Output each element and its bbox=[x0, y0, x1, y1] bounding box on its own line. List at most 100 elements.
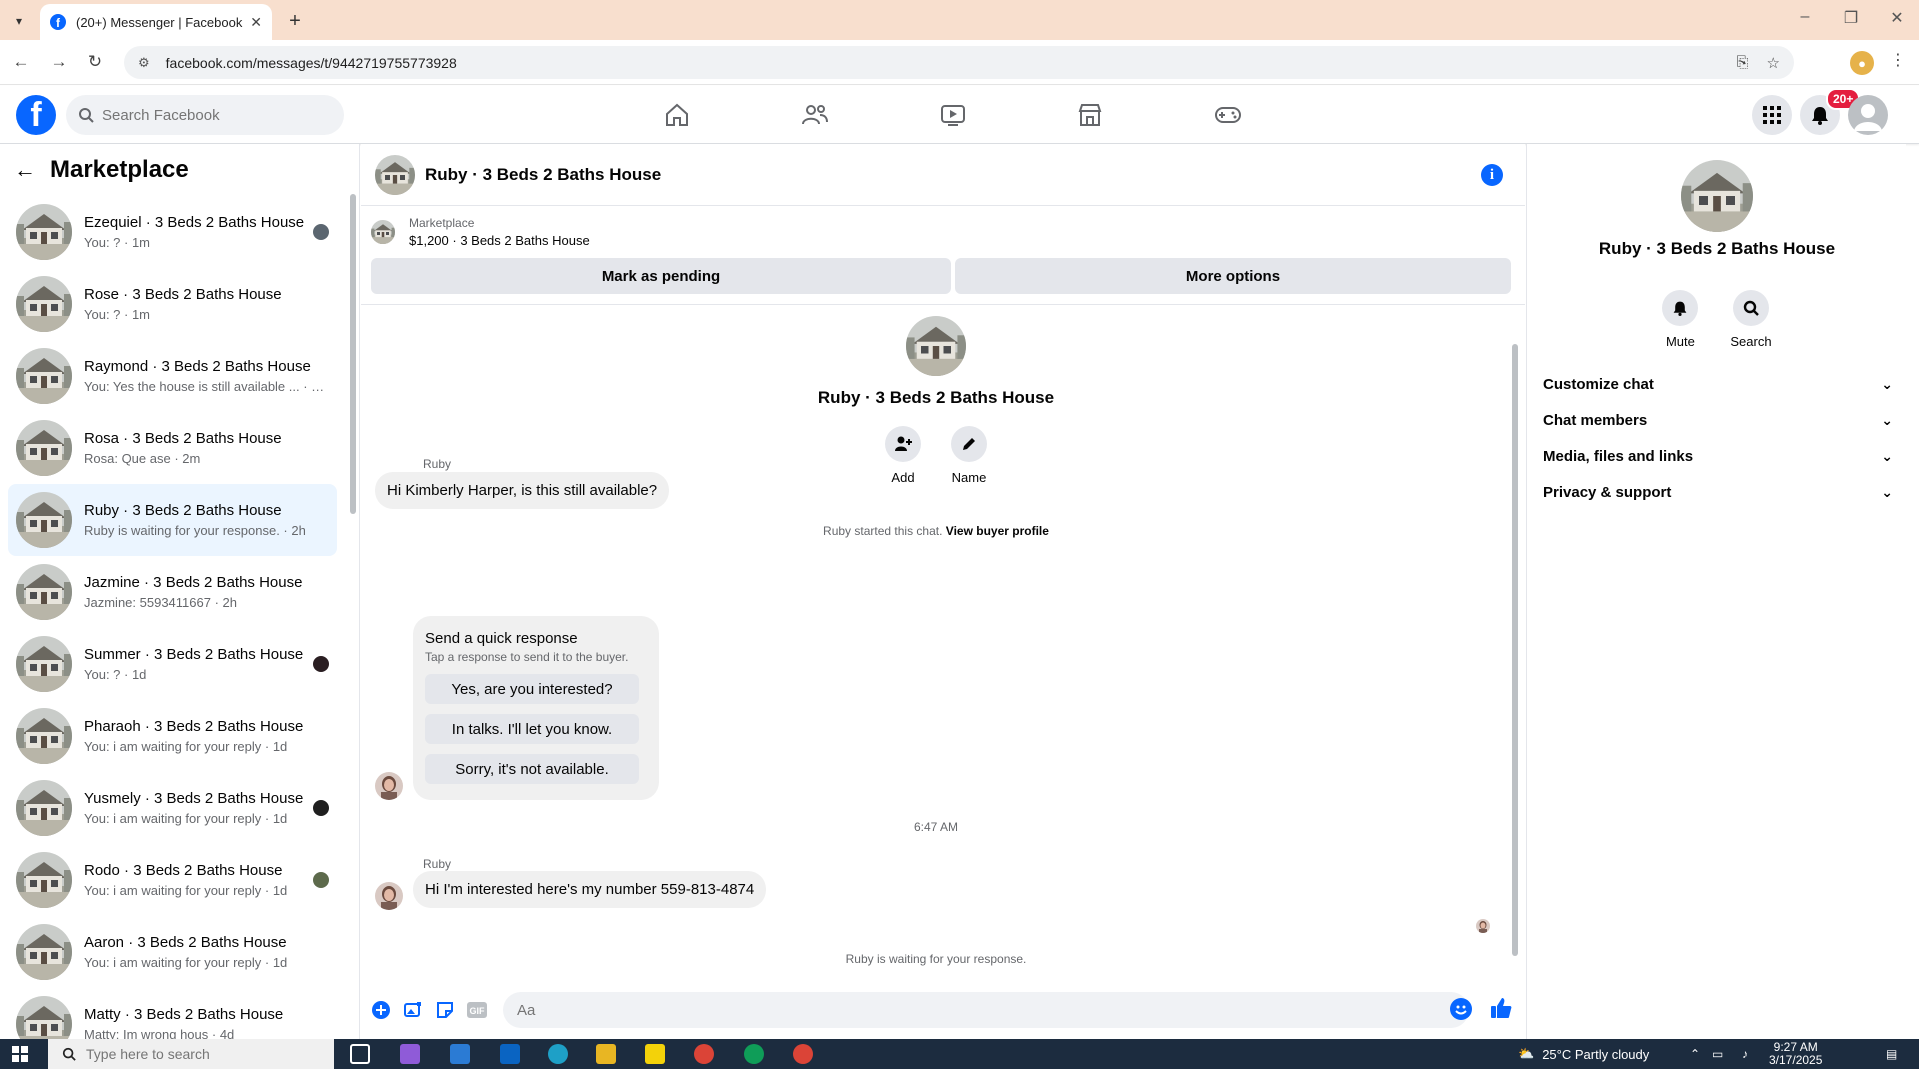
install-app-icon[interactable]: ⎘ bbox=[1737, 54, 1749, 71]
quick-response-option[interactable]: In talks. I'll let you know. bbox=[425, 714, 639, 744]
emoji-icon[interactable] bbox=[1450, 998, 1472, 1020]
browser-tab[interactable]: f (20+) Messenger | Facebook ✕ bbox=[40, 4, 272, 40]
chrome-active-icon[interactable] bbox=[793, 1044, 813, 1064]
minimize-icon[interactable]: – bbox=[1790, 8, 1820, 26]
customize-chat-section[interactable]: Customize chat ⌄ bbox=[1543, 376, 1893, 393]
bookmark-star-icon[interactable]: ☆ bbox=[1767, 54, 1780, 72]
message-bubble[interactable]: Hi I'm interested here's my number 559-8… bbox=[413, 871, 767, 908]
notification-center-icon[interactable]: ▤ bbox=[1886, 1047, 1897, 1061]
search-chat-button[interactable]: Search bbox=[1730, 290, 1772, 349]
read-receipt-avatar bbox=[313, 656, 329, 672]
weather-widget[interactable]: ⛅ 25°C Partly cloudy bbox=[1518, 1046, 1649, 1062]
edge-icon[interactable] bbox=[548, 1044, 568, 1064]
facebook-search[interactable] bbox=[66, 95, 344, 135]
site-info-icon[interactable]: ⚙ bbox=[138, 55, 150, 71]
listing-actions: Mark as pending More options bbox=[371, 258, 1511, 294]
url-bar[interactable]: ⚙ facebook.com/messages/t/94427197557739… bbox=[124, 46, 1794, 79]
video-nav-icon[interactable] bbox=[933, 100, 973, 130]
conversation-item[interactable]: Matty · 3 Beds 2 Baths House Matty: Im wr… bbox=[8, 988, 337, 1039]
listing-summary[interactable]: Marketplace $1,200 · 3 Beds 2 Baths Hous… bbox=[371, 216, 1521, 248]
sidebar-scrollbar[interactable] bbox=[350, 194, 356, 514]
chat-scrollbar[interactable] bbox=[1512, 344, 1518, 956]
seen-receipt-avatar bbox=[1476, 919, 1490, 933]
network-icon[interactable]: ▭ bbox=[1712, 1047, 1723, 1061]
conversation-item[interactable]: Pharaoh · 3 Beds 2 Baths House You: i am … bbox=[8, 700, 337, 772]
quick-response-option[interactable]: Yes, are you interested? bbox=[425, 674, 639, 704]
marketplace-nav-icon[interactable] bbox=[1070, 100, 1110, 130]
conversation-preview: Rosa: Que ase · 2m bbox=[84, 451, 201, 466]
message-composer: GIF bbox=[361, 984, 1525, 1036]
mute-button[interactable]: Mute bbox=[1662, 290, 1699, 349]
chat-header-avatar[interactable] bbox=[375, 155, 415, 195]
menu-grid-icon[interactable] bbox=[1752, 95, 1792, 135]
add-member-button[interactable]: Add bbox=[885, 426, 921, 485]
volume-icon[interactable]: ♪ bbox=[1742, 1047, 1748, 1061]
gif-icon[interactable]: GIF bbox=[465, 998, 489, 1022]
conversation-item[interactable]: Rodo · 3 Beds 2 Baths House You: i am wai… bbox=[8, 844, 337, 916]
buyer-avatar[interactable] bbox=[375, 882, 403, 910]
facebook-logo-icon[interactable]: f bbox=[16, 95, 56, 135]
friends-nav-icon[interactable] bbox=[795, 100, 835, 130]
info-icon[interactable]: i bbox=[1481, 164, 1503, 186]
file-explorer-icon[interactable] bbox=[596, 1044, 616, 1064]
listing-avatar bbox=[16, 348, 72, 404]
conversation-item[interactable]: Yusmely · 3 Beds 2 Baths House You: i am … bbox=[8, 772, 337, 844]
account-avatar-icon[interactable] bbox=[1848, 95, 1888, 135]
more-options-button[interactable]: More options bbox=[955, 258, 1511, 294]
chrome-profile-icon[interactable] bbox=[744, 1044, 764, 1064]
message-bubble[interactable]: Hi Kimberly Harper, is this still availa… bbox=[375, 472, 670, 509]
listing-avatar bbox=[16, 708, 72, 764]
photo-icon[interactable] bbox=[401, 998, 425, 1022]
conversation-list: Ezequiel · 3 Beds 2 Baths House You: ? · … bbox=[8, 196, 337, 1039]
browser-menu-icon[interactable]: ⋮ bbox=[1890, 50, 1906, 70]
new-tab-button[interactable]: + bbox=[282, 8, 308, 34]
plus-circle-icon[interactable] bbox=[369, 998, 393, 1022]
mark-pending-button[interactable]: Mark as pending bbox=[371, 258, 951, 294]
back-arrow-icon[interactable]: ← bbox=[14, 157, 36, 183]
reload-icon[interactable]: ↻ bbox=[84, 52, 106, 72]
taskbar-clock[interactable]: 9:27 AM 3/17/2025 bbox=[1769, 1041, 1822, 1067]
view-buyer-profile-link[interactable]: View buyer profile bbox=[946, 524, 1049, 538]
restore-icon[interactable]: ❐ bbox=[1836, 8, 1866, 28]
listing-avatar bbox=[16, 276, 72, 332]
gaming-nav-icon[interactable] bbox=[1208, 100, 1248, 130]
message-input[interactable] bbox=[503, 992, 1469, 1028]
facebook-search-input[interactable] bbox=[102, 106, 322, 124]
browser-profile-icon[interactable]: ● bbox=[1850, 51, 1874, 75]
tray-chevron-icon[interactable]: ⌃ bbox=[1690, 1047, 1700, 1061]
thumbs-up-icon[interactable] bbox=[1489, 996, 1513, 1025]
forward-icon[interactable]: → bbox=[48, 52, 70, 72]
edit-name-button[interactable]: Name bbox=[951, 426, 987, 485]
back-icon[interactable]: ← bbox=[10, 52, 32, 72]
sticky-notes-icon[interactable] bbox=[645, 1044, 665, 1064]
taskbar-search-input[interactable] bbox=[86, 1046, 286, 1062]
close-window-icon[interactable]: ✕ bbox=[1882, 8, 1912, 28]
tab-search-icon[interactable]: ▾ bbox=[8, 10, 30, 32]
tab-close-icon[interactable]: ✕ bbox=[250, 14, 262, 31]
store-icon[interactable] bbox=[450, 1044, 470, 1064]
chat-title[interactable]: Ruby · 3 Beds 2 Baths House bbox=[425, 165, 661, 185]
conversation-item[interactable]: Summer · 3 Beds 2 Baths House You: ? · 1d bbox=[8, 628, 337, 700]
outlook-icon[interactable] bbox=[500, 1044, 520, 1064]
taskbar-search[interactable] bbox=[48, 1039, 334, 1069]
details-avatar[interactable] bbox=[1681, 160, 1753, 232]
conversation-item[interactable]: Jazmine · 3 Beds 2 Baths House Jazmine: 5… bbox=[8, 556, 337, 628]
media-files-links-section[interactable]: Media, files and links ⌄ bbox=[1543, 448, 1893, 465]
sticker-icon[interactable] bbox=[433, 998, 457, 1022]
conversation-item[interactable]: Rose · 3 Beds 2 Baths House You: ? · 1m bbox=[8, 268, 337, 340]
chrome-icon[interactable] bbox=[694, 1044, 714, 1064]
conversation-item[interactable]: Ezequiel · 3 Beds 2 Baths House You: ? · … bbox=[8, 196, 337, 268]
home-nav-icon[interactable] bbox=[657, 100, 697, 130]
windows-start-icon[interactable] bbox=[12, 1046, 28, 1067]
conversation-item[interactable]: Rosa · 3 Beds 2 Baths House Rosa: Que ase… bbox=[8, 412, 337, 484]
privacy-support-section[interactable]: Privacy & support ⌄ bbox=[1543, 484, 1893, 501]
conversation-item-active[interactable]: Ruby · 3 Beds 2 Baths House Ruby is waiti… bbox=[8, 484, 337, 556]
task-view-icon[interactable] bbox=[350, 1044, 370, 1064]
quick-response-option[interactable]: Sorry, it's not available. bbox=[425, 754, 639, 784]
buyer-avatar[interactable] bbox=[375, 772, 403, 800]
conversation-item[interactable]: Raymond · 3 Beds 2 Baths House You: Yes t… bbox=[8, 340, 337, 412]
copilot-icon[interactable] bbox=[400, 1044, 420, 1064]
chat-members-section[interactable]: Chat members ⌄ bbox=[1543, 412, 1893, 429]
conversation-item[interactable]: Aaron · 3 Beds 2 Baths House You: i am wa… bbox=[8, 916, 337, 988]
conversation-name: Ezequiel · 3 Beds 2 Baths House bbox=[84, 214, 305, 231]
